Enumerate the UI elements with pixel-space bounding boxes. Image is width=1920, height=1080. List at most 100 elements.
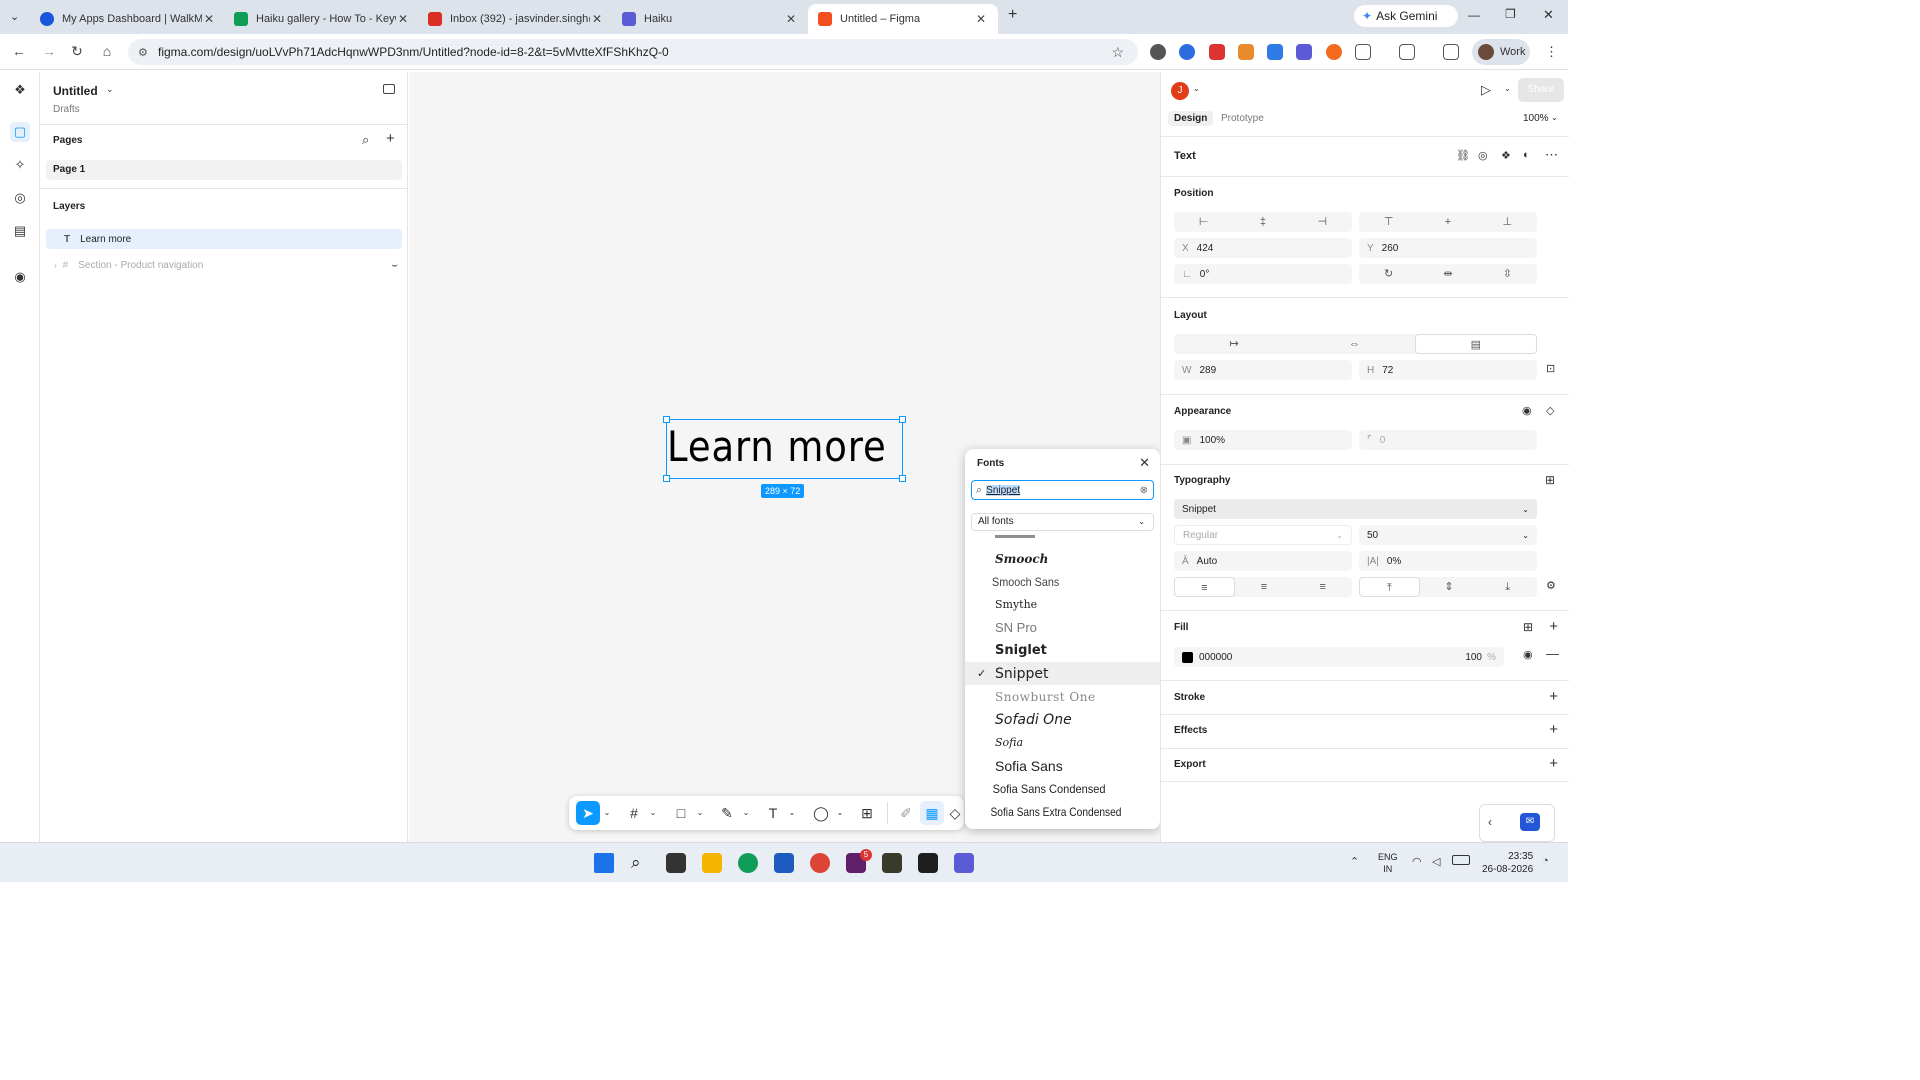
frame-tool-icon[interactable]: # bbox=[622, 801, 646, 825]
text-styles-icon[interactable]: ⊞ bbox=[1545, 473, 1555, 487]
browser-tab[interactable]: Haiku ✕ bbox=[612, 4, 808, 34]
haiku-app-icon[interactable] bbox=[954, 853, 974, 873]
browser-tab[interactable]: Haiku gallery - How To - Keywo ✕ bbox=[224, 4, 420, 34]
battery-icon[interactable] bbox=[1452, 855, 1470, 865]
reload-icon[interactable]: ↻ bbox=[68, 43, 86, 60]
font-family-select[interactable]: Snippet ⌄ bbox=[1174, 499, 1537, 519]
search-pages-icon[interactable]: ⌕ bbox=[362, 132, 369, 148]
blend-mode-icon[interactable]: ◇ bbox=[1546, 404, 1554, 417]
edge-browser-icon[interactable] bbox=[738, 853, 758, 873]
zoom-extension-icon[interactable] bbox=[1179, 44, 1195, 60]
extension-icon[interactable] bbox=[1150, 44, 1166, 60]
zoom-chevron-icon[interactable]: ⌄ bbox=[1551, 113, 1558, 122]
rotate-90-icon[interactable]: ↻ bbox=[1359, 264, 1418, 284]
color-picker-extension-icon[interactable] bbox=[1238, 44, 1254, 60]
font-list-item[interactable]: Sofia Sans Extra Condensed bbox=[965, 800, 1131, 823]
tray-chevron-icon[interactable]: ⌃ bbox=[1350, 855, 1359, 868]
font-list-item[interactable]: Sofia bbox=[965, 731, 1160, 754]
font-filter-select[interactable]: All fonts ⌄ bbox=[971, 513, 1154, 531]
forward-icon[interactable]: → bbox=[40, 43, 58, 59]
notes-app-icon[interactable] bbox=[882, 853, 902, 873]
font-list-item[interactable]: Smooch Sans bbox=[965, 570, 1141, 593]
add-effect-icon[interactable]: + bbox=[1549, 721, 1558, 738]
help-icon[interactable]: ◉ bbox=[10, 267, 30, 287]
pen-tool-icon[interactable]: ✎ bbox=[715, 801, 739, 825]
bookmark-star-icon[interactable]: ☆ bbox=[1111, 44, 1124, 61]
tab-search-icon[interactable]: ⌄ bbox=[10, 10, 19, 23]
x-position-field[interactable]: X 424 bbox=[1174, 238, 1352, 258]
close-popup-icon[interactable]: ✕ bbox=[1139, 455, 1150, 471]
resize-to-fit-icon[interactable]: ⊡ bbox=[1546, 362, 1555, 375]
text-align-middle-icon[interactable]: ⇕ bbox=[1420, 577, 1479, 597]
browser-tab-active[interactable]: Untitled – Figma ✕ bbox=[808, 4, 998, 34]
notification-extension-icon[interactable] bbox=[1209, 44, 1225, 60]
font-list-item[interactable]: Snowburst One bbox=[965, 685, 1160, 708]
design-mode-icon[interactable]: ▦ bbox=[920, 801, 944, 825]
align-h-center-icon[interactable]: ‡ bbox=[1233, 212, 1292, 232]
present-play-icon[interactable]: ▷ bbox=[1481, 82, 1491, 98]
frame-tool-chevron-icon[interactable]: ⌄ bbox=[648, 801, 658, 825]
close-tab-icon[interactable]: ✕ bbox=[590, 12, 604, 26]
align-v-center-icon[interactable]: + bbox=[1418, 212, 1477, 232]
move-tool-icon[interactable]: ➤ bbox=[576, 801, 600, 825]
pen-tool-chevron-icon[interactable]: ⌄ bbox=[741, 801, 751, 825]
dev-mode-icon[interactable]: ◇ bbox=[946, 801, 964, 825]
more-options-icon[interactable]: ⋯ bbox=[1545, 147, 1558, 163]
draw-mode-icon[interactable]: ✐ bbox=[894, 801, 918, 825]
store-icon[interactable] bbox=[774, 853, 794, 873]
height-field[interactable]: H 72 bbox=[1359, 360, 1537, 380]
text-align-top-icon[interactable]: ⤒ bbox=[1359, 577, 1420, 597]
comment-tool-chevron-icon[interactable]: ⌄ bbox=[835, 801, 845, 825]
font-list-item[interactable]: SN Pro bbox=[965, 616, 1160, 639]
text-selection-box[interactable]: Learn more bbox=[663, 416, 906, 482]
close-tab-icon[interactable]: ✕ bbox=[974, 12, 988, 26]
text-align-bottom-icon[interactable]: ⤓ bbox=[1478, 577, 1537, 597]
rotation-field[interactable]: ∟ 0° bbox=[1174, 264, 1352, 284]
remove-fill-icon[interactable]: — bbox=[1546, 646, 1559, 661]
fixed-size-icon[interactable]: ▤ bbox=[1414, 334, 1537, 354]
url-field[interactable]: ⚙ figma.com/design/uoLVvPh71AdcHqnwWPD3n… bbox=[128, 39, 1138, 65]
move-tool-chevron-icon[interactable]: ⌄ bbox=[602, 801, 612, 825]
tag-extension-icon[interactable] bbox=[1267, 44, 1283, 60]
user-avatar[interactable]: J bbox=[1171, 82, 1189, 100]
reading-list-icon[interactable] bbox=[1443, 44, 1459, 60]
width-field[interactable]: W 289 bbox=[1174, 360, 1352, 380]
fill-styles-icon[interactable]: ⊞ bbox=[1523, 620, 1533, 634]
file-menu-chevron-icon[interactable]: ⌄ bbox=[106, 84, 114, 95]
comment-tool-icon[interactable]: ◯ bbox=[809, 801, 833, 825]
new-tab-icon[interactable]: + bbox=[1008, 6, 1017, 24]
haiku-extension-icon[interactable] bbox=[1296, 44, 1312, 60]
font-list-item[interactable]: Sofia Sans Condensed bbox=[965, 777, 1144, 800]
plugins-icon[interactable]: ◎ bbox=[10, 188, 30, 208]
layer-row[interactable]: › # Section - Product navigation ⌣ bbox=[46, 255, 402, 275]
clock[interactable]: 23:35 26-08-2026 bbox=[1482, 850, 1533, 876]
browser-tab[interactable]: Inbox (392) - jasvinder.singh@v ✕ bbox=[418, 4, 614, 34]
flip-horizontal-icon[interactable]: ⇹ bbox=[1418, 264, 1477, 284]
component-actions-icon[interactable]: ◎ bbox=[1478, 149, 1488, 162]
fill-visibility-eye-icon[interactable]: ◉ bbox=[1523, 648, 1533, 661]
color-swatch[interactable] bbox=[1182, 651, 1193, 663]
file-icon[interactable]: ▢ bbox=[10, 122, 30, 142]
corner-radius-field[interactable]: ⌜ 0 bbox=[1359, 430, 1537, 450]
site-info-icon[interactable]: ⚙ bbox=[138, 46, 148, 59]
add-page-icon[interactable]: + bbox=[386, 130, 395, 147]
close-tab-icon[interactable]: ✕ bbox=[396, 12, 410, 26]
assets-icon[interactable]: ✧ bbox=[10, 155, 30, 175]
font-list-item-selected[interactable]: ✓ Snippet bbox=[965, 662, 1160, 685]
y-position-field[interactable]: Y 260 bbox=[1359, 238, 1537, 258]
auto-height-icon[interactable]: ⇔ bbox=[1294, 334, 1414, 354]
extensions-puzzle-icon[interactable] bbox=[1355, 44, 1371, 60]
font-list-item[interactable]: Sofia Sans bbox=[965, 754, 1160, 777]
language-indicator[interactable]: ENG IN bbox=[1378, 851, 1398, 875]
opacity-field[interactable]: ▣ 100% bbox=[1174, 430, 1352, 450]
wifi-icon[interactable]: ◠ bbox=[1412, 855, 1422, 868]
hidden-eye-icon[interactable]: ⌣ bbox=[391, 260, 398, 271]
add-stroke-icon[interactable]: + bbox=[1549, 688, 1558, 705]
resources-icon[interactable]: ▤ bbox=[10, 221, 30, 241]
zoom-level[interactable]: 100% bbox=[1523, 113, 1549, 124]
align-right-icon[interactable]: ⊣ bbox=[1293, 212, 1352, 232]
type-settings-icon[interactable]: ⚙ bbox=[1546, 579, 1556, 592]
close-tab-icon[interactable]: ✕ bbox=[784, 12, 798, 26]
claude-extension-icon[interactable] bbox=[1326, 44, 1342, 60]
font-list-item[interactable]: Smooch bbox=[965, 547, 1160, 570]
